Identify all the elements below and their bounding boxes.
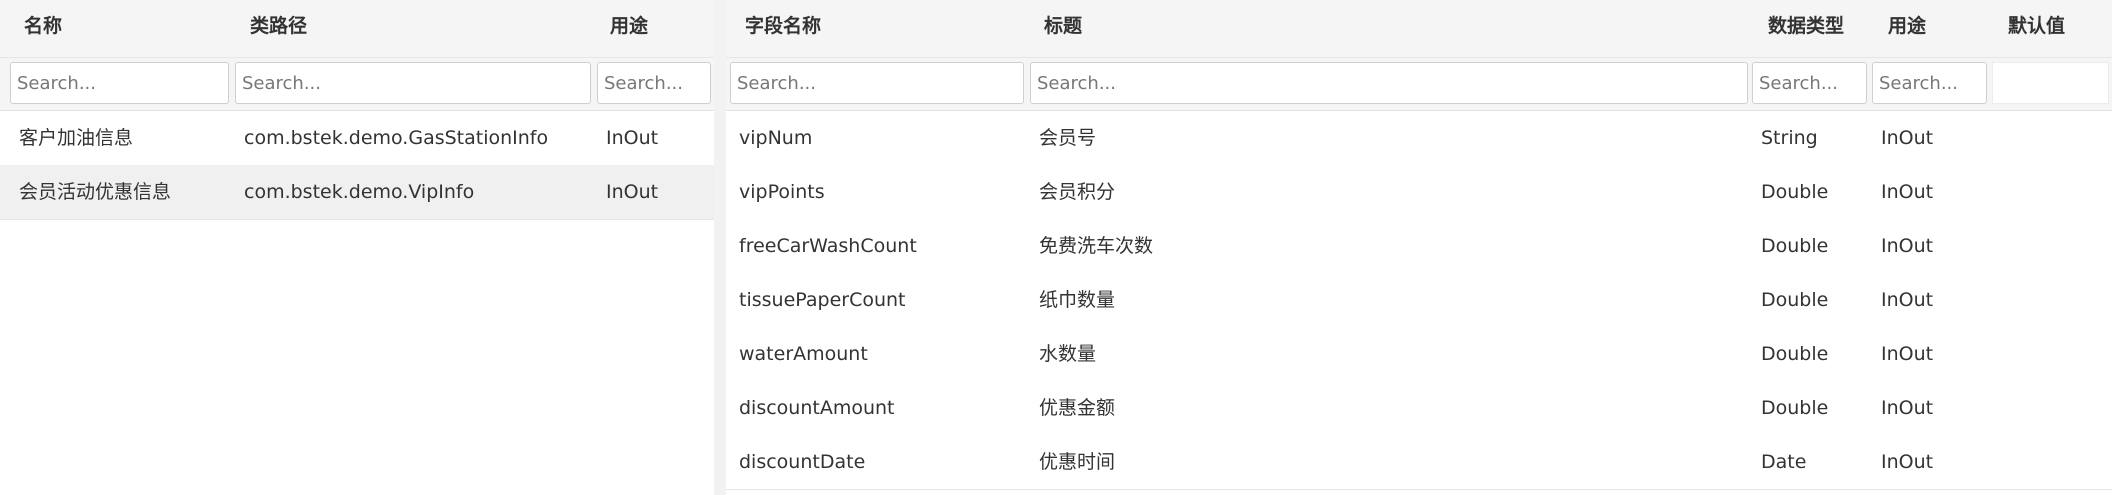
- field-usage: InOut: [1881, 451, 1934, 473]
- entity-filter-row: [0, 58, 714, 111]
- field-title: 免费洗车次数: [1039, 235, 1154, 257]
- entity-usage: InOut: [606, 127, 659, 149]
- default-value-filter-cell: [1992, 62, 2109, 104]
- table-row[interactable]: discountAmount 优惠金额 Double InOut: [726, 381, 2112, 436]
- table-row[interactable]: freeCarWashCount 免费洗车次数 Double InOut: [726, 219, 2112, 274]
- entity-name: 客户加油信息: [19, 127, 134, 149]
- field-name: vipNum: [739, 127, 813, 149]
- field-usage: InOut: [1881, 235, 1934, 257]
- table-row[interactable]: vipNum 会员号 String InOut: [726, 111, 2112, 166]
- field-data-type: Double: [1761, 181, 1829, 203]
- field-name: freeCarWashCount: [739, 235, 917, 257]
- field-usage: InOut: [1881, 343, 1934, 365]
- table-row[interactable]: vipPoints 会员积分 Double InOut: [726, 165, 2112, 220]
- title-search-input[interactable]: [1030, 62, 1748, 104]
- panel-splitter[interactable]: [714, 0, 726, 495]
- field-title: 纸巾数量: [1039, 289, 1116, 311]
- field-table: 字段名称 标题 数据类型 用途 默认值 vipNum 会员号 String In…: [726, 0, 2112, 495]
- field-name: vipPoints: [739, 181, 825, 203]
- field-title: 优惠金额: [1039, 397, 1116, 419]
- class-path-search-input[interactable]: [235, 62, 591, 104]
- table-row[interactable]: tissuePaperCount 纸巾数量 Double InOut: [726, 273, 2112, 328]
- field-usage: InOut: [1881, 289, 1934, 311]
- entity-name: 会员活动优惠信息: [19, 181, 172, 203]
- field-title: 会员号: [1039, 127, 1097, 149]
- table-row-selected[interactable]: 会员活动优惠信息 com.bstek.demo.VipInfo InOut: [0, 165, 714, 220]
- field-data-type: Date: [1761, 451, 1807, 473]
- field-name: tissuePaperCount: [739, 289, 906, 311]
- entity-class-path: com.bstek.demo.GasStationInfo: [244, 127, 549, 149]
- field-data-type: Double: [1761, 235, 1829, 257]
- field-data-type: Double: [1761, 289, 1829, 311]
- entity-table: 名称 类路径 用途 客户加油信息 com.bstek.demo.GasStati…: [0, 0, 714, 495]
- field-title: 水数量: [1039, 343, 1097, 365]
- field-usage: InOut: [1881, 397, 1934, 419]
- usage-search-input[interactable]: [597, 62, 711, 104]
- column-header-data-type[interactable]: 数据类型: [1768, 0, 1844, 57]
- table-row[interactable]: 客户加油信息 com.bstek.demo.GasStationInfo InO…: [0, 111, 714, 166]
- table-row[interactable]: waterAmount 水数量 Double InOut: [726, 327, 2112, 382]
- field-data-type: String: [1761, 127, 1818, 149]
- entity-usage: InOut: [606, 181, 659, 203]
- field-data-type: Double: [1761, 397, 1829, 419]
- field-name: discountAmount: [739, 397, 895, 419]
- column-header-title[interactable]: 标题: [1044, 0, 1082, 57]
- field-table-header: 字段名称 标题 数据类型 用途 默认值: [726, 0, 2112, 58]
- column-header-default-value[interactable]: 默认值: [2008, 0, 2065, 57]
- field-usage: InOut: [1881, 181, 1934, 203]
- column-header-name[interactable]: 名称: [24, 0, 62, 57]
- table-row[interactable]: discountDate 优惠时间 Date InOut: [726, 435, 2112, 490]
- data-type-search-input[interactable]: [1752, 62, 1867, 104]
- field-name-search-input[interactable]: [730, 62, 1024, 104]
- column-header-field-name[interactable]: 字段名称: [745, 0, 821, 57]
- field-name: waterAmount: [739, 343, 868, 365]
- entity-class-path: com.bstek.demo.VipInfo: [244, 181, 475, 203]
- column-header-usage[interactable]: 用途: [1888, 0, 1926, 57]
- column-header-class-path[interactable]: 类路径: [250, 0, 307, 57]
- usage-search-input[interactable]: [1872, 62, 1987, 104]
- field-title: 会员积分: [1039, 181, 1116, 203]
- field-filter-row: [726, 58, 2112, 111]
- field-data-type: Double: [1761, 343, 1829, 365]
- entity-table-header: 名称 类路径 用途: [0, 0, 714, 58]
- field-title: 优惠时间: [1039, 451, 1116, 473]
- field-name: discountDate: [739, 451, 866, 473]
- field-usage: InOut: [1881, 127, 1934, 149]
- name-search-input[interactable]: [10, 62, 229, 104]
- column-header-usage[interactable]: 用途: [610, 0, 648, 57]
